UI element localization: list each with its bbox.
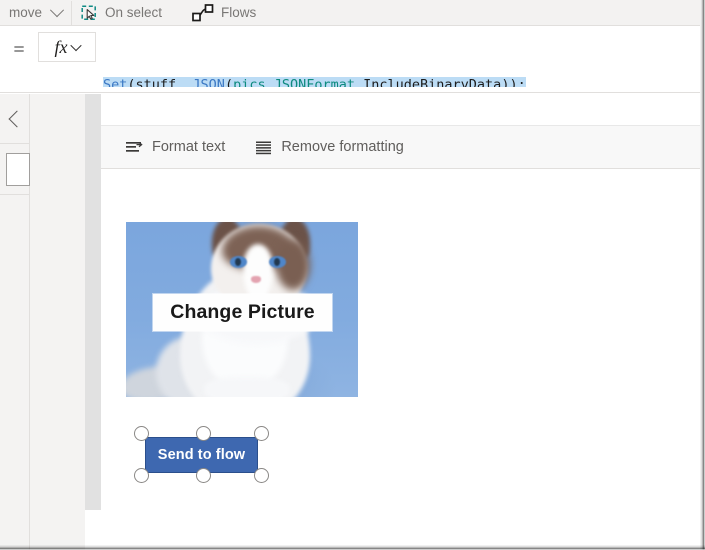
property-dropdown-label: move — [9, 4, 43, 20]
equals-sign: = — [13, 39, 25, 61]
cat-paws — [204, 377, 290, 397]
flows-label: Flows — [221, 4, 257, 20]
fx-dropdown-button[interactable]: fx — [38, 32, 96, 62]
collapse-panel-button[interactable] — [0, 94, 30, 144]
cat-eye-right — [269, 256, 286, 268]
chevron-down-icon — [49, 2, 65, 17]
resize-handle-bottom-left[interactable] — [134, 468, 149, 483]
format-text-button[interactable]: Format text — [125, 139, 225, 155]
formula-token: .IncludeBinaryData)); — [355, 77, 526, 87]
formula-token: , — [265, 77, 274, 87]
flows-icon — [192, 3, 214, 22]
formula-token: ( — [224, 77, 234, 87]
format-text-bar: Format text Remove formatting — [101, 125, 700, 169]
formula-input[interactable]: Set(stuff, JSON(pics,JSONFormat.IncludeB… — [103, 33, 700, 87]
window-edge-bottom — [0, 545, 705, 550]
formula-token: JSONFormat — [273, 77, 356, 87]
resize-handle-top-center[interactable] — [196, 426, 211, 441]
align-text-icon — [125, 140, 143, 155]
cat-nose — [251, 276, 261, 283]
formula-token: JSON — [192, 77, 225, 87]
resize-handle-bottom-center[interactable] — [196, 468, 211, 483]
resize-handle-bottom-right[interactable] — [254, 468, 269, 483]
format-text-label: Format text — [152, 139, 226, 155]
screen-thumbnail — [6, 153, 30, 186]
formula-token: Set — [103, 77, 128, 87]
remove-formatting-label: Remove formatting — [281, 139, 404, 155]
canvas-gutter — [85, 94, 101, 510]
formula-token: pics — [233, 77, 266, 87]
powerapps-studio-window: move On select Flows = fx Set(stuff, JSO… — [0, 0, 705, 550]
chevron-down-icon — [69, 39, 82, 52]
formula-bar-row: = fx Set(stuff, JSON(pics,JSONFormat.Inc… — [0, 27, 700, 93]
lines-icon — [255, 140, 272, 155]
flows-button[interactable]: Flows — [183, 0, 265, 25]
screen-thumbnail-item[interactable] — [0, 145, 30, 195]
formula-line-1: Set(stuff, JSON(pics,JSONFormat.IncludeB… — [103, 75, 700, 87]
on-select-button[interactable]: On select — [72, 0, 171, 25]
resize-handle-top-left[interactable] — [134, 426, 149, 441]
window-edge-right — [700, 0, 705, 550]
send-to-flow-selection: Send to flow — [134, 426, 269, 483]
change-picture-button[interactable]: Change Picture — [153, 294, 332, 331]
on-select-label: On select — [105, 4, 163, 20]
chevron-left-icon — [8, 110, 26, 127]
command-toolbar: move On select Flows — [0, 0, 700, 26]
remove-formatting-button[interactable]: Remove formatting — [255, 139, 404, 155]
select-cursor-icon — [81, 4, 98, 21]
property-dropdown[interactable]: move — [0, 0, 71, 25]
resize-handle-top-right[interactable] — [254, 426, 269, 441]
formula-token: (stuff, — [127, 77, 193, 87]
tree-view-panel — [30, 94, 85, 550]
fx-label: fx — [54, 36, 68, 57]
cat-eye-left — [230, 256, 247, 268]
cat-photo-image-control[interactable]: Change Picture — [126, 222, 358, 397]
